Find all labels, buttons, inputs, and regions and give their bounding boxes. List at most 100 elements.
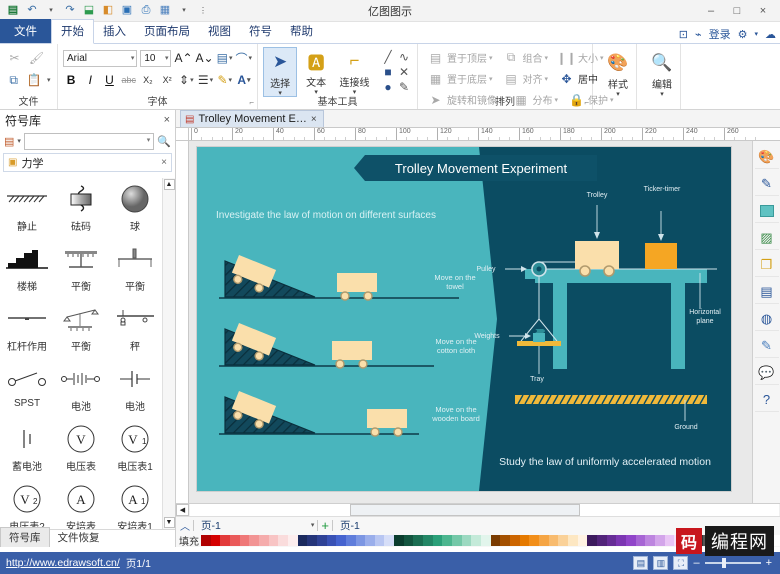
align-caret[interactable]: ▾ (545, 75, 549, 83)
export-icon[interactable]: ▦ (157, 3, 173, 19)
bring-to-front-button[interactable]: ▤ 置于顶层 ▾ (423, 47, 496, 68)
color-swatch[interactable] (510, 534, 520, 546)
color-swatch[interactable] (606, 534, 617, 546)
zoom-in-button[interactable]: + (766, 557, 772, 569)
style-button-caret[interactable]: ▾ (616, 91, 620, 98)
library-shape-item[interactable]: 平衡 (108, 238, 162, 298)
color-swatch[interactable] (635, 534, 646, 546)
color-swatch[interactable] (548, 534, 559, 546)
paste-icon[interactable]: 📋 (25, 71, 42, 90)
bullets-icon[interactable]: ☰ (197, 71, 213, 90)
search-icon[interactable]: 🔍 (157, 135, 171, 148)
paste-dropdown-icon[interactable]: ▾ (46, 71, 52, 90)
color-swatch[interactable] (471, 534, 482, 546)
image-panel-icon[interactable]: ▨ (754, 226, 779, 250)
color-swatch[interactable] (625, 534, 636, 546)
color-swatch[interactable] (220, 534, 230, 546)
color-swatch[interactable] (587, 534, 597, 546)
tab-home[interactable]: 开始 (51, 19, 94, 44)
color-swatch[interactable] (258, 534, 269, 546)
page-tab-caret-icon[interactable]: ▾ (311, 521, 315, 529)
color-swatch[interactable] (645, 534, 655, 546)
grow-font-icon[interactable]: A⌃ (174, 49, 192, 68)
hscroll-left-arrow-icon[interactable]: ◀ (176, 504, 189, 516)
view-page-icon[interactable]: ▥ (653, 556, 669, 570)
select-tool-button[interactable]: ➤ 选择 ▾ (263, 47, 298, 97)
group-caret[interactable]: ▾ (545, 54, 549, 62)
edraw-website-link[interactable]: http://www.edrawsoft.cn/ (6, 557, 120, 569)
color-swatch[interactable] (326, 534, 337, 546)
gear-icon[interactable]: ⚙ (738, 28, 748, 41)
tab-symbols[interactable]: 符号 (240, 20, 281, 43)
gear-dropdown-icon[interactable]: ▾ (754, 30, 758, 38)
library-tab-file-recovery[interactable]: 文件恢复 (50, 528, 108, 547)
edit-button-caret[interactable]: ▾ (660, 91, 664, 98)
color-swatch[interactable] (249, 534, 259, 546)
library-shape-item[interactable]: 平衡 (54, 238, 108, 298)
shrink-font-icon[interactable]: A⌄ (196, 49, 214, 68)
ellipse-shape-icon[interactable]: ● (380, 79, 396, 94)
library-shape-item[interactable]: 静止 (0, 178, 54, 238)
color-swatch[interactable] (538, 534, 549, 546)
view-normal-icon[interactable]: ▤ (633, 556, 649, 570)
color-swatch[interactable] (413, 534, 424, 546)
style-panel-icon[interactable]: 🎨 (754, 145, 779, 169)
library-scrollbar[interactable]: ▲ ▼ (162, 178, 175, 529)
bring-to-front-caret[interactable]: ▾ (489, 54, 493, 62)
page-tab-1[interactable]: 页-1 (197, 518, 225, 533)
arrange-dialog-launcher[interactable]: ⌐ (584, 98, 589, 107)
library-shape-item[interactable]: V2 电压表2 (0, 478, 54, 529)
curve-shape-icon[interactable]: ∿ (396, 49, 412, 64)
font-dialog-launcher[interactable]: ⌐ (249, 98, 254, 107)
library-shape-item[interactable]: SPST (0, 358, 54, 418)
tab-view[interactable]: 视图 (199, 20, 240, 43)
export-dropdown-icon[interactable]: ▾ (176, 3, 192, 19)
scroll-up-icon[interactable]: ▲ (163, 179, 175, 190)
format-painter-icon[interactable]: 🖌 (27, 49, 46, 68)
print-icon[interactable]: ⎙ (138, 3, 154, 19)
library-category-header[interactable]: ▣ 力学 × (3, 153, 172, 172)
color-swatch[interactable] (500, 534, 510, 546)
edit-button[interactable]: 🔍 编辑 ▾ (642, 49, 682, 98)
library-shape-item[interactable]: 楼梯 (0, 238, 54, 298)
freeform-shape-icon[interactable]: ✕ (396, 64, 412, 79)
library-search-input[interactable] (23, 132, 155, 150)
superscript-icon[interactable]: X² (159, 71, 175, 90)
color-swatch[interactable] (432, 534, 443, 546)
color-swatch[interactable] (210, 534, 221, 546)
open-library-icon[interactable]: ▤ (4, 135, 14, 148)
note-panel-icon[interactable]: ✎ (754, 334, 779, 358)
color-swatch[interactable] (268, 534, 279, 546)
pen-panel-icon[interactable]: ✎ (754, 172, 779, 196)
share-icon[interactable]: ⌁ (695, 28, 702, 41)
color-swatch[interactable] (567, 534, 578, 546)
tab-page-layout[interactable]: 页面布局 (135, 20, 199, 43)
maximize-button[interactable]: □ (724, 1, 750, 21)
login-button[interactable]: 登录 (709, 26, 731, 42)
bold-icon[interactable]: B (63, 71, 79, 90)
fill-panel-icon[interactable] (754, 199, 779, 223)
library-shape-item[interactable]: 杠杆作用 (0, 298, 54, 358)
strikethrough-icon[interactable]: abc (121, 71, 137, 90)
list-panel-icon[interactable]: ▤ (754, 280, 779, 304)
library-shape-item[interactable]: V1 电压表1 (108, 418, 162, 478)
page-label[interactable]: 页-1 (336, 518, 364, 533)
font-size-select[interactable]: 10 (140, 49, 172, 67)
color-swatch[interactable] (355, 534, 366, 546)
library-tab-symbols[interactable]: 符号库 (0, 527, 50, 547)
send-to-back-caret[interactable]: ▾ (489, 75, 493, 83)
horizontal-scrollbar[interactable]: ◀ (176, 503, 780, 516)
rectangle-shape-icon[interactable]: ■ (380, 64, 396, 79)
color-swatch[interactable] (239, 534, 250, 546)
text-align-icon[interactable]: ▤ (217, 49, 233, 68)
color-swatch[interactable] (345, 534, 356, 546)
scroll-down-icon[interactable]: ▼ (163, 517, 175, 528)
open-library-caret[interactable]: ▾ (17, 137, 21, 145)
color-swatch[interactable] (336, 534, 346, 546)
color-swatch[interactable] (664, 534, 675, 546)
line-shape-icon[interactable]: ╱ (380, 49, 396, 64)
horizontal-ruler-track[interactable]: 0 20 40 60 80 100 120 140 160 180 200 220 240 260 (189, 128, 780, 140)
connector-tool-button[interactable]: ⌐ 连接线 ▾ (335, 47, 374, 96)
library-shape-item[interactable]: A 安培表 (54, 478, 108, 529)
library-shape-item[interactable]: 蓄电池 (0, 418, 54, 478)
